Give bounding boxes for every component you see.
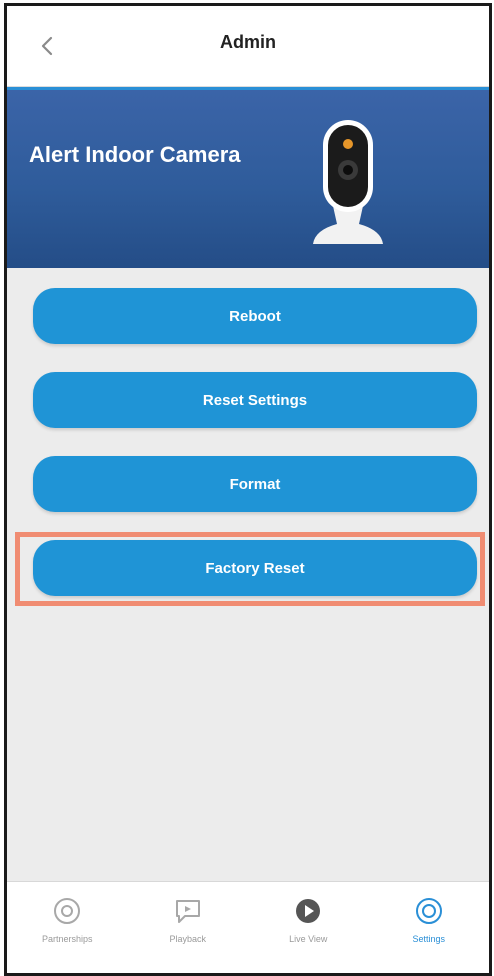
play-icon	[296, 899, 321, 923]
bottom-tab-bar: Partnerships Playback Live View Settings	[7, 881, 489, 973]
tab-live-view[interactable]: Live View	[253, 882, 363, 973]
reset-settings-button[interactable]: Reset Settings	[33, 372, 477, 428]
top-bar: Admin	[7, 6, 489, 87]
device-banner: Alert Indoor Camera	[7, 87, 489, 268]
tab-playback[interactable]: Playback	[133, 882, 243, 973]
tab-label: Live View	[289, 934, 328, 944]
reboot-button[interactable]: Reboot	[33, 288, 477, 344]
format-button[interactable]: Format	[33, 456, 477, 512]
record-icon	[54, 898, 81, 924]
factory-reset-button[interactable]: Factory Reset	[33, 540, 477, 596]
tab-partnerships[interactable]: Partnerships	[12, 882, 122, 973]
tab-label: Partnerships	[41, 934, 93, 944]
tab-settings[interactable]: Settings	[374, 882, 484, 973]
indoor-camera-image	[313, 120, 383, 244]
device-name: Alert Indoor Camera	[29, 142, 241, 167]
phone-frame: Admin Alert Indoor Camera Reboot Reset S…	[4, 3, 492, 976]
settings-icon	[415, 898, 442, 924]
chat-icon	[175, 900, 200, 923]
page-title: Admin	[220, 32, 276, 52]
tab-label: Settings	[412, 934, 446, 944]
tab-label: Playback	[169, 934, 207, 944]
